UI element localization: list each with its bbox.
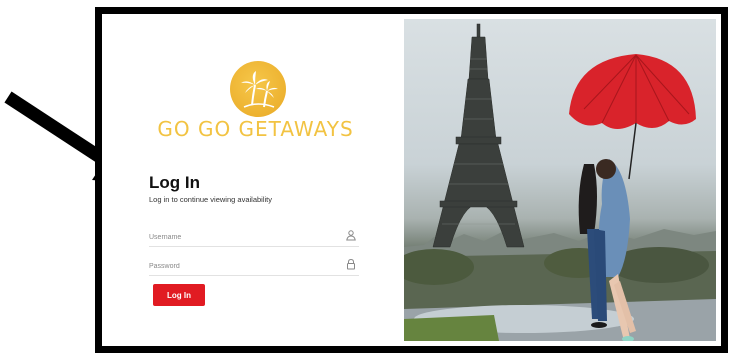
hero-photo	[404, 19, 716, 341]
frame-inner: GO GO GETAWAYS Log In Log in to continue…	[102, 14, 721, 346]
palm-trees-logo-icon	[230, 61, 286, 117]
username-input[interactable]	[149, 228, 334, 247]
login-screen: GO GO GETAWAYS Log In Log in to continue…	[107, 19, 716, 341]
page-title: Log In	[149, 173, 200, 192]
screenshot-frame: GO GO GETAWAYS Log In Log in to continue…	[95, 7, 728, 353]
login-panel: GO GO GETAWAYS Log In Log in to continue…	[107, 19, 404, 341]
page-subtitle: Log in to continue viewing availability	[149, 195, 272, 204]
lock-icon	[347, 258, 355, 270]
password-input[interactable]	[149, 257, 334, 276]
brand-name: GO GO GETAWAYS	[157, 117, 354, 141]
username-field	[149, 226, 359, 247]
login-button[interactable]: Log In	[153, 284, 205, 306]
user-icon	[346, 230, 356, 241]
password-field	[149, 255, 359, 276]
